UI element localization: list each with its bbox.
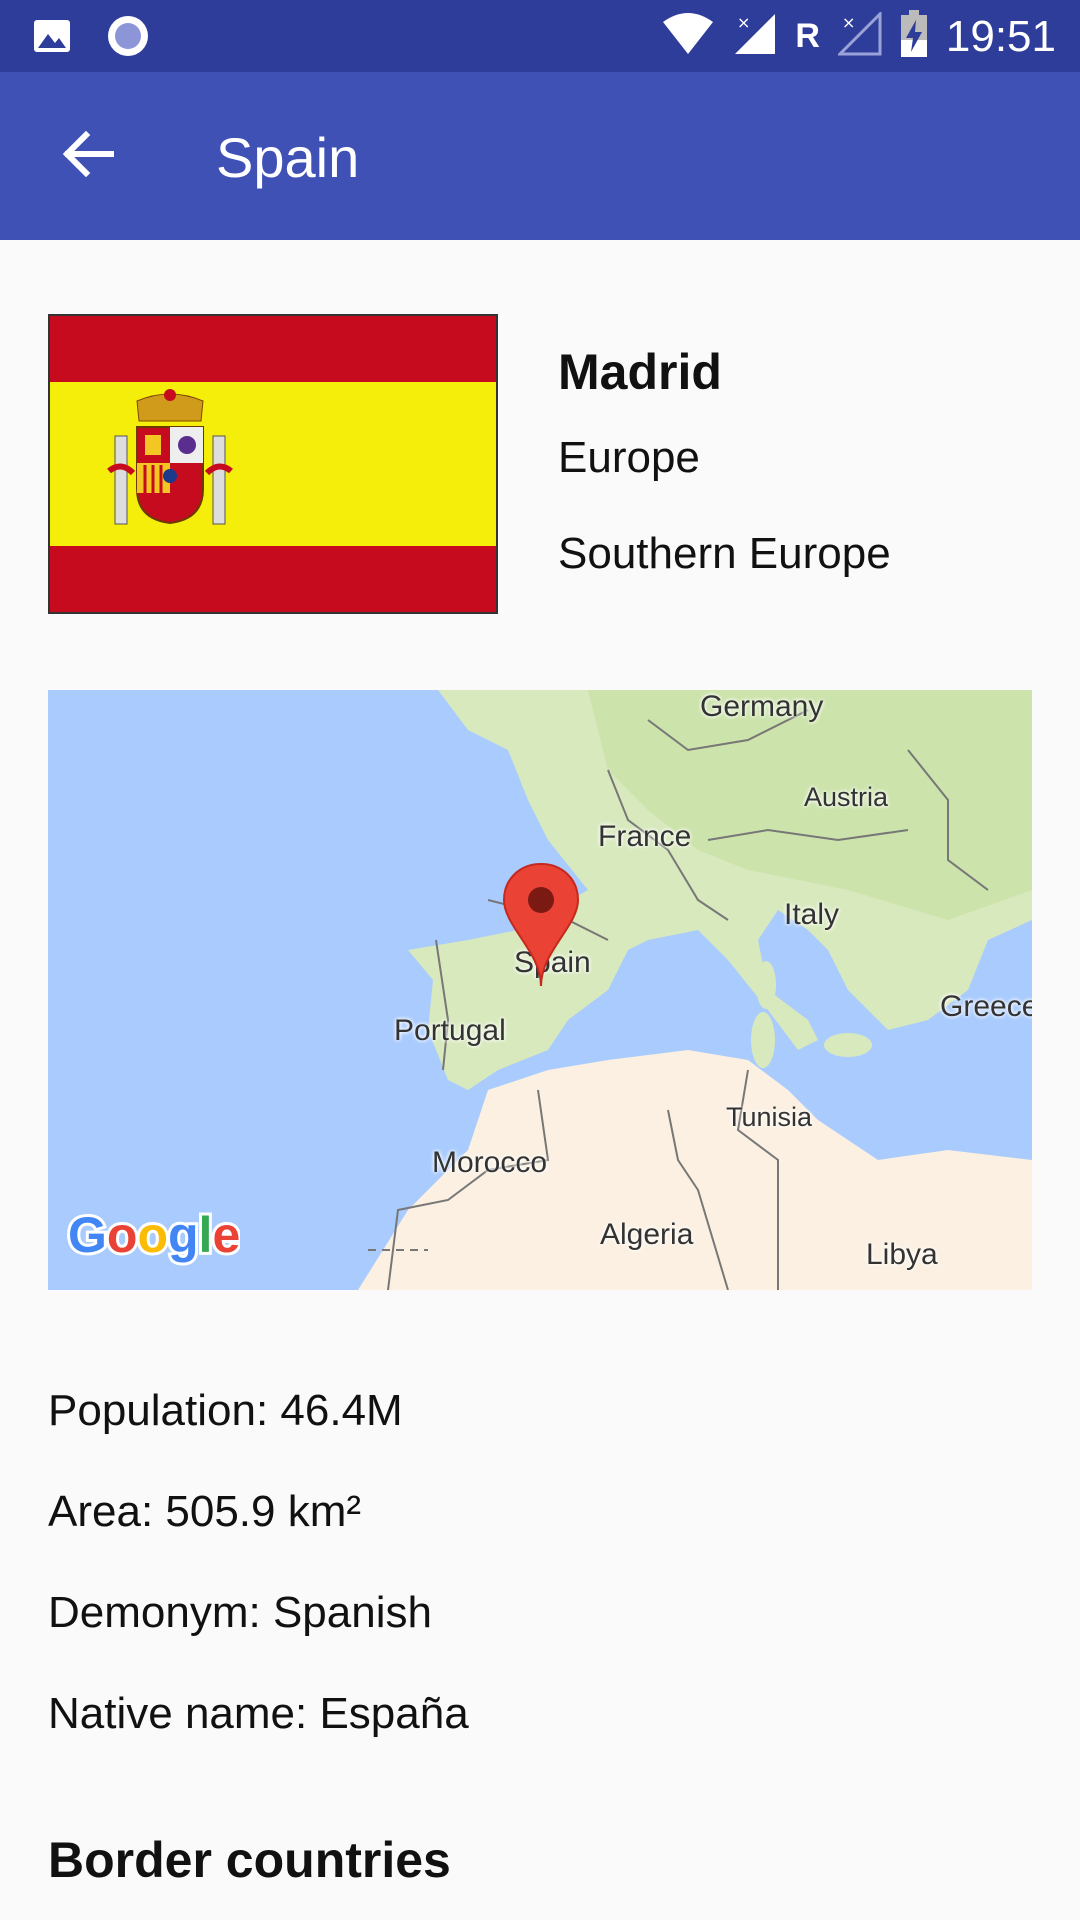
subregion-name: Southern Europe	[558, 529, 891, 578]
native-name-text: Native name: España	[48, 1689, 469, 1738]
arrow-back-icon	[62, 130, 115, 182]
signal-off-icon: ×	[836, 10, 882, 61]
wifi-icon	[661, 12, 715, 61]
map-label-tunisia: Tunisia	[726, 1102, 813, 1132]
status-bar: × R × 19:51	[0, 0, 1080, 72]
map-label-france: France	[598, 820, 692, 853]
roaming-label: R	[795, 17, 820, 55]
google-logo: Google Google	[64, 1204, 243, 1275]
page-title: Spain	[216, 126, 360, 189]
battery-charging-icon	[900, 10, 928, 63]
country-flag	[48, 314, 498, 614]
area-text: Area: 505.9 km²	[48, 1487, 362, 1536]
map-marker-icon[interactable]	[502, 862, 580, 993]
map-label-algeria: Algeria	[600, 1218, 694, 1251]
demonym-text: Demonym: Spanish	[48, 1588, 432, 1637]
svg-text:×: ×	[737, 13, 750, 32]
map-view[interactable]: Germany Austria France Italy Spain Portu…	[48, 690, 1032, 1290]
signal-icon: ×	[733, 12, 777, 61]
svg-text:×: ×	[842, 13, 855, 32]
country-info: Madrid Europe Southern Europe	[558, 334, 891, 602]
circle-notification-icon	[106, 14, 150, 63]
map-label-morocco: Morocco	[432, 1146, 548, 1179]
capital-name: Madrid	[558, 344, 722, 400]
app-toolbar: Spain	[0, 72, 1080, 240]
map-label-austria: Austria	[804, 782, 889, 812]
image-icon	[32, 16, 72, 61]
population-text: Population: 46.4M	[48, 1386, 403, 1435]
clock: 19:51	[945, 11, 1056, 61]
google-logo-text: Google	[68, 1207, 240, 1263]
map-label-italy: Italy	[784, 898, 840, 931]
back-button[interactable]	[48, 116, 128, 196]
country-stats: Population: 46.4M Area: 505.9 km² Demony…	[48, 1360, 469, 1764]
map-label-libya: Libya	[866, 1238, 938, 1271]
map-label-germany: Germany	[700, 690, 824, 723]
region-name: Europe	[558, 433, 700, 482]
map-label-greece: Greece	[940, 990, 1032, 1023]
border-countries-heading: Border countries	[48, 1832, 451, 1888]
map-label-portugal: Portugal	[394, 1014, 506, 1047]
